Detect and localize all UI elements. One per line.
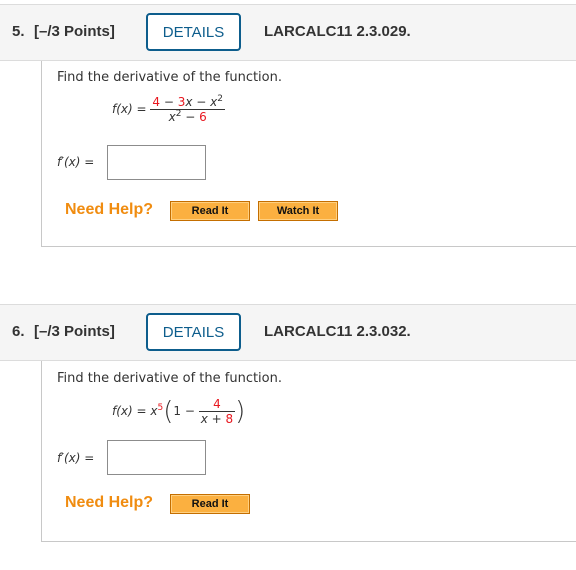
question-points: [–/3 Points] <box>34 23 115 40</box>
function-expression: f(x) = x5(1 − 4 x + 8 ) <box>112 396 246 427</box>
question-5-card: Find the derivative of the function. f(x… <box>41 61 576 247</box>
fraction-numerator: 4 − 3x − x2 <box>150 94 225 110</box>
function-expression: f(x) = 4 − 3x − x2 x2 − 6 <box>112 95 225 124</box>
need-help-label: Need Help? <box>65 201 154 218</box>
details-button[interactable]: DETAILS <box>146 13 241 51</box>
answer-label: f′(x) = <box>57 451 95 465</box>
right-paren: ) <box>235 396 246 427</box>
question-number: 5. <box>12 23 25 40</box>
question-number: 6. <box>12 323 25 340</box>
question-6-card: Find the derivative of the function. f(x… <box>41 361 576 542</box>
question-5-header: 5. [–/3 Points] DETAILS LARCALC11 2.3.02… <box>0 4 576 61</box>
function-lhs: f(x) = <box>112 404 147 418</box>
question-points: [–/3 Points] <box>34 323 115 340</box>
function-fraction: 4 − 3x − x2 x2 − 6 <box>150 95 225 124</box>
question-code: LARCALC11 2.3.032. <box>264 323 411 340</box>
answer-input[interactable] <box>107 145 206 180</box>
left-paren: ( <box>163 396 174 427</box>
fraction-denominator: x + 8 <box>200 412 234 426</box>
fraction-denominator: x2 − 6 <box>168 109 207 125</box>
need-help-label: Need Help? <box>65 494 154 511</box>
read-it-button[interactable]: Read It <box>170 201 250 221</box>
read-it-button[interactable]: Read It <box>170 494 250 514</box>
details-button[interactable]: DETAILS <box>146 313 241 351</box>
answer-input[interactable] <box>107 440 206 475</box>
question-prompt: Find the derivative of the function. <box>57 70 282 85</box>
fraction-numerator: 4 <box>198 397 236 412</box>
question-6-header: 6. [–/3 Points] DETAILS LARCALC11 2.3.03… <box>0 304 576 361</box>
question-prompt: Find the derivative of the function. <box>57 371 282 386</box>
answer-label: f′(x) = <box>57 155 95 169</box>
question-code: LARCALC11 2.3.029. <box>264 23 411 40</box>
function-fraction: 4 x + 8 <box>198 397 236 426</box>
function-lhs: f(x) = <box>112 102 147 116</box>
watch-it-button[interactable]: Watch It <box>258 201 338 221</box>
